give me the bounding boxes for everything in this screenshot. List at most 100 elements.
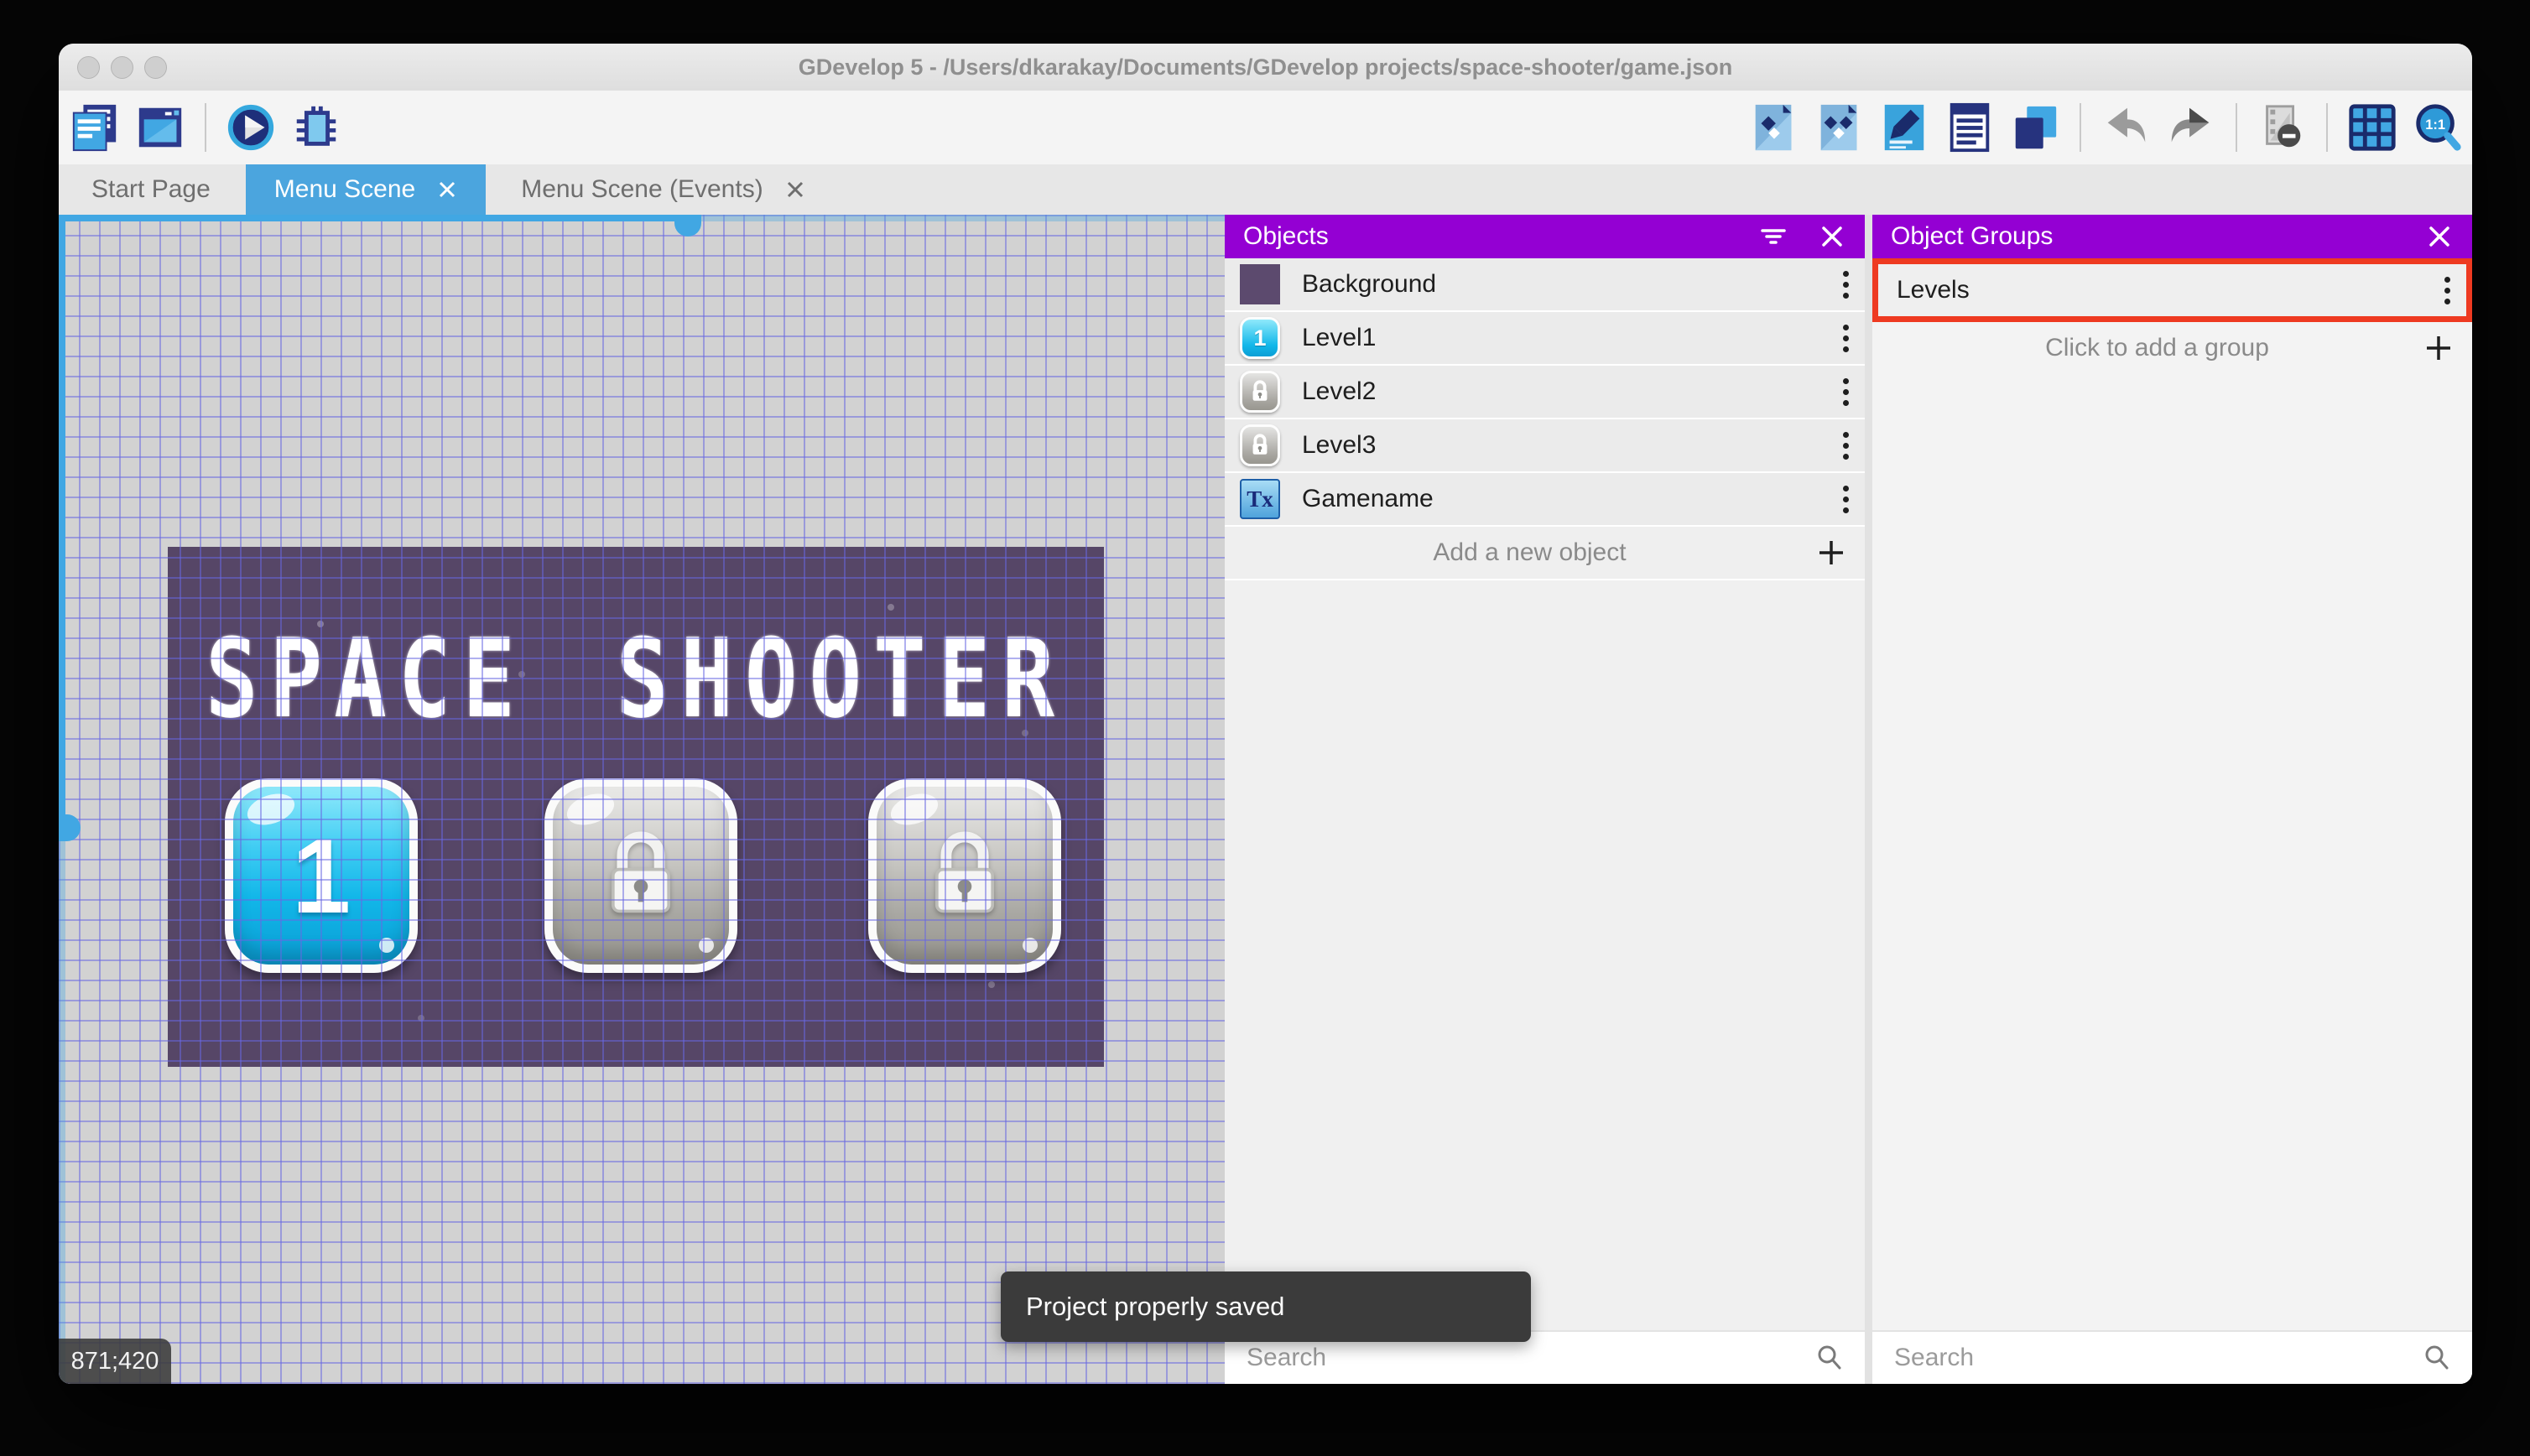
project-manager-button[interactable] bbox=[69, 101, 121, 153]
toggle-grid-button[interactable] bbox=[2346, 101, 2398, 153]
groups-search-bar bbox=[1872, 1330, 2472, 1384]
level3-button[interactable] bbox=[868, 778, 1061, 973]
close-window-button[interactable] bbox=[77, 55, 100, 79]
open-instances-list-button[interactable] bbox=[1944, 101, 1996, 153]
levels-group-highlight: Levels bbox=[1872, 258, 2472, 322]
tab-menu-scene[interactable]: Menu Scene bbox=[245, 164, 487, 215]
toolbar-divider bbox=[2236, 103, 2237, 152]
titlebar: GDevelop 5 - /Users/dkarakay/Documents/G… bbox=[59, 44, 2472, 91]
objects-panel-title: Objects bbox=[1243, 222, 1329, 250]
play-icon bbox=[227, 104, 274, 151]
debug-bug-icon bbox=[296, 106, 336, 146]
horizontal-scrollbar-handle[interactable] bbox=[674, 215, 701, 237]
tab-label: Menu Scene bbox=[273, 175, 416, 203]
objects-panel-header: Objects bbox=[1225, 215, 1865, 258]
undo-icon bbox=[2107, 107, 2146, 143]
open-properties-button[interactable] bbox=[1878, 101, 1930, 153]
horizontal-scrollbar[interactable] bbox=[59, 215, 1225, 237]
plus-icon[interactable] bbox=[1816, 538, 1846, 568]
object-row-level3[interactable]: Level3 bbox=[1225, 419, 1865, 473]
undo-button[interactable] bbox=[2100, 101, 2152, 153]
screenshot-stage: GDevelop 5 - /Users/dkarakay/Documents/G… bbox=[0, 0, 2530, 1456]
toolbar-divider bbox=[2080, 103, 2081, 152]
open-object-groups-editor-button[interactable] bbox=[1813, 101, 1865, 153]
redo-button[interactable] bbox=[2165, 101, 2217, 153]
kebab-menu-icon[interactable] bbox=[2443, 276, 2451, 304]
cursor-coordinates-badge: 871;420 bbox=[59, 1339, 171, 1384]
kebab-menu-icon[interactable] bbox=[1841, 377, 1850, 406]
maximize-window-button[interactable] bbox=[144, 55, 167, 79]
tab-start-page[interactable]: Start Page bbox=[63, 164, 239, 215]
level2-button[interactable] bbox=[544, 778, 737, 973]
tab-bar: Start Page Menu Scene Menu Scene (Events… bbox=[59, 164, 2472, 215]
scene-title-text: SPACE SHOOTER bbox=[206, 614, 1066, 743]
object-groups-panel-title: Object Groups bbox=[1891, 222, 2054, 250]
group-row-levels[interactable]: Levels bbox=[1878, 264, 2466, 316]
traffic-lights bbox=[77, 44, 167, 91]
object-groups-panel: Object Groups Levels Click to add a grou… bbox=[1872, 215, 2472, 1384]
background-object[interactable]: SPACE SHOOTER 1 bbox=[168, 547, 1104, 1067]
filter-icon[interactable] bbox=[1759, 222, 1788, 251]
scene-canvas[interactable]: SPACE SHOOTER 1 871;420 bbox=[59, 215, 1225, 1384]
search-icon bbox=[2425, 1345, 2449, 1370]
level1-thumbnail-icon: 1 bbox=[1240, 317, 1280, 359]
groups-search-input[interactable] bbox=[1892, 1343, 2422, 1373]
object-row-level2[interactable]: Level2 bbox=[1225, 366, 1865, 419]
kebab-menu-icon[interactable] bbox=[1841, 324, 1850, 352]
objects-panel: Objects Background 1 Level1 Level2 Level… bbox=[1225, 215, 1865, 1384]
object-groups-panel-header: Object Groups bbox=[1872, 215, 2472, 258]
object-name: Level2 bbox=[1302, 377, 1377, 405]
objects-editor-icon bbox=[1755, 104, 1792, 151]
toolbar: 1:1 bbox=[59, 91, 2472, 164]
layers-icon bbox=[2015, 106, 2057, 149]
level3-thumbnail-icon bbox=[1240, 424, 1280, 466]
add-object-row[interactable]: Add a new object bbox=[1225, 527, 1865, 580]
add-group-row[interactable]: Click to add a group bbox=[1872, 322, 2472, 374]
object-row-background[interactable]: Background bbox=[1225, 258, 1865, 312]
panel-divider[interactable] bbox=[1865, 215, 1872, 1384]
lock-icon bbox=[1252, 434, 1268, 455]
grid-icon bbox=[2349, 104, 2396, 151]
debug-button[interactable] bbox=[290, 101, 342, 153]
level1-number: 1 bbox=[291, 816, 351, 935]
project-manager-icon bbox=[72, 104, 117, 152]
plus-icon[interactable] bbox=[2423, 333, 2454, 363]
vertical-scrollbar-handle[interactable] bbox=[59, 814, 81, 841]
render-mask-button[interactable] bbox=[2256, 101, 2308, 153]
kebab-menu-icon[interactable] bbox=[1841, 431, 1850, 460]
group-name: Levels bbox=[1897, 276, 1970, 304]
play-preview-button[interactable] bbox=[225, 101, 277, 153]
tab-label: Start Page bbox=[91, 175, 211, 203]
tab-label: Menu Scene (Events) bbox=[521, 175, 763, 203]
level2-thumbnail-icon bbox=[1240, 371, 1280, 413]
lock-icon bbox=[611, 831, 671, 913]
level1-button[interactable]: 1 bbox=[225, 778, 418, 973]
zoom-original-button[interactable]: 1:1 bbox=[2412, 101, 2464, 153]
open-layers-button[interactable] bbox=[2009, 101, 2061, 153]
vertical-scrollbar[interactable] bbox=[59, 215, 81, 1384]
object-name: Gamename bbox=[1302, 485, 1434, 512]
close-tab-icon[interactable] bbox=[785, 179, 805, 200]
search-icon bbox=[1818, 1345, 1841, 1370]
close-panel-icon[interactable] bbox=[1818, 222, 1846, 251]
window-title: GDevelop 5 - /Users/dkarakay/Documents/G… bbox=[798, 54, 1733, 80]
background-thumbnail-icon bbox=[1240, 264, 1280, 304]
object-name: Background bbox=[1302, 270, 1437, 298]
close-panel-icon[interactable] bbox=[2425, 222, 2454, 251]
horizontal-scrollbar-track bbox=[59, 215, 696, 221]
tab-menu-scene-events[interactable]: Menu Scene (Events) bbox=[492, 164, 833, 215]
objects-search-input[interactable] bbox=[1245, 1343, 1814, 1373]
scene-editor-button[interactable] bbox=[134, 101, 186, 153]
open-objects-editor-button[interactable] bbox=[1747, 101, 1799, 153]
minimize-window-button[interactable] bbox=[111, 55, 133, 79]
object-row-gamename[interactable]: Tx Gamename bbox=[1225, 473, 1865, 527]
text-object-thumbnail-icon: Tx bbox=[1240, 479, 1280, 519]
kebab-menu-icon[interactable] bbox=[1841, 485, 1850, 513]
object-row-level1[interactable]: 1 Level1 bbox=[1225, 312, 1865, 366]
object-name: Level3 bbox=[1302, 431, 1377, 459]
kebab-menu-icon[interactable] bbox=[1841, 270, 1850, 299]
toolbar-right-group: 1:1 bbox=[1747, 101, 2464, 153]
close-tab-icon[interactable] bbox=[437, 179, 457, 200]
toast-notification: Project properly saved bbox=[1001, 1271, 1531, 1342]
object-name: Level1 bbox=[1302, 324, 1377, 351]
